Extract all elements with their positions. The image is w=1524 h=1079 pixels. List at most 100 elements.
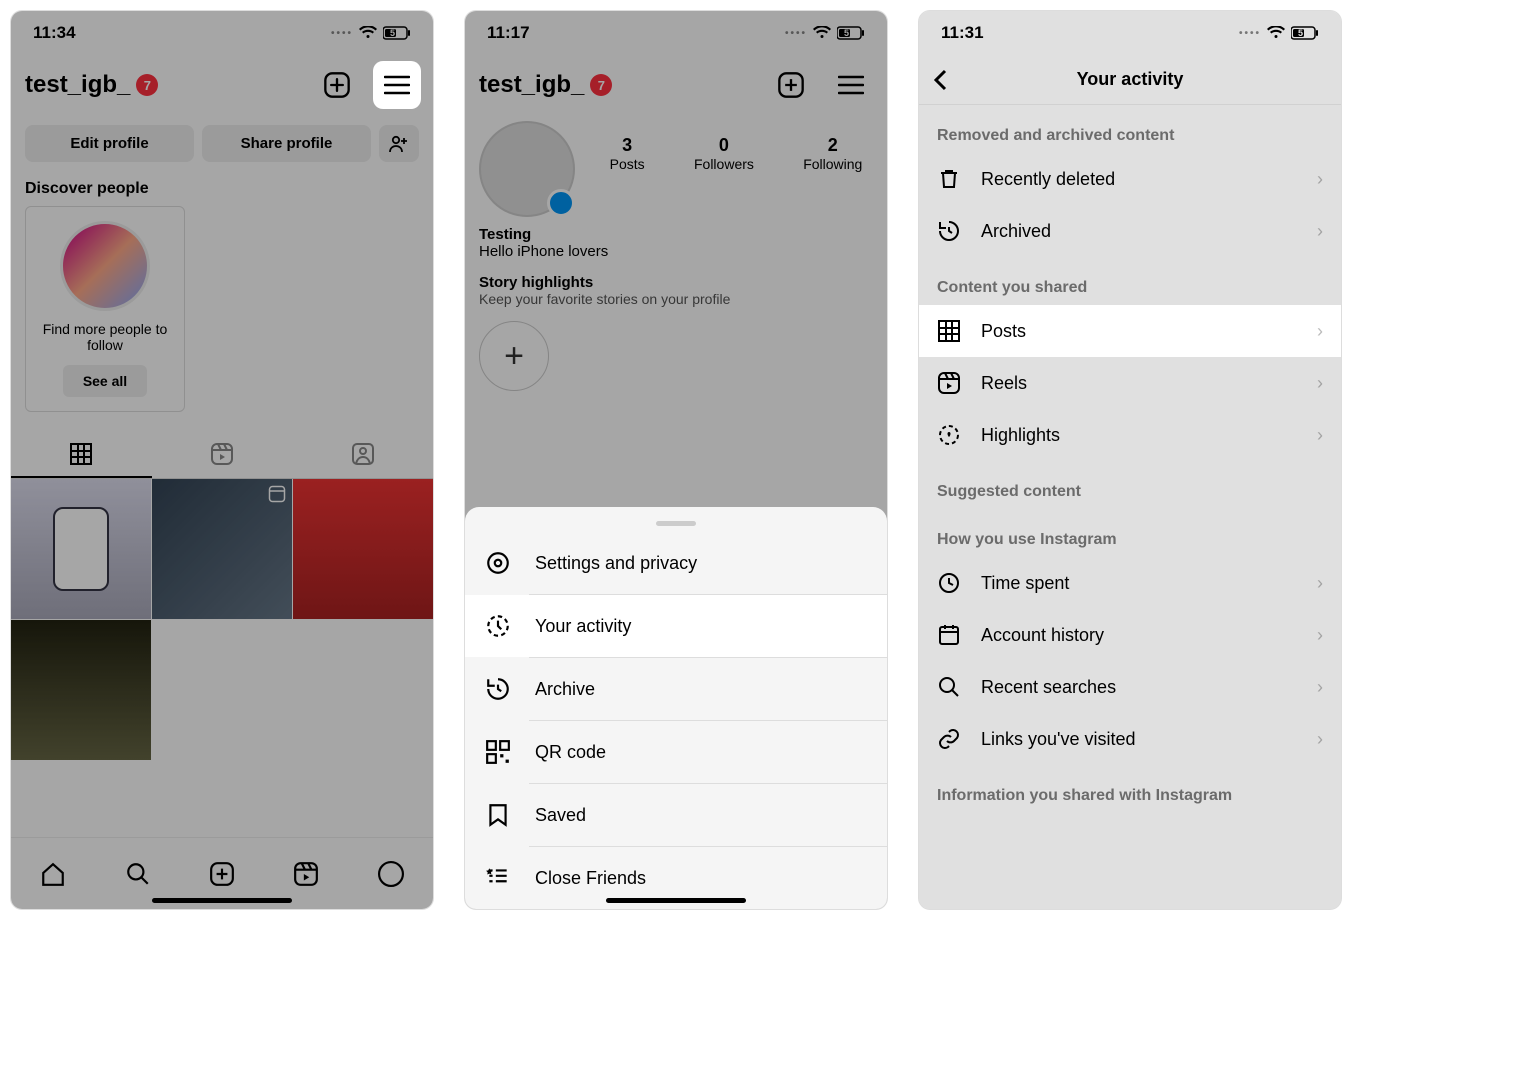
create-post-button[interactable]: [315, 63, 359, 107]
section-suggested: Suggested content: [919, 461, 1341, 509]
battery-icon: 5: [1291, 26, 1319, 40]
menu-qr-code[interactable]: QR code: [465, 721, 887, 783]
sheet-grabber[interactable]: [656, 521, 696, 526]
battery-icon: 5: [383, 26, 411, 40]
status-bar: 11:17 •••• 5: [465, 11, 887, 55]
notification-badge: 7: [136, 74, 158, 96]
menu-settings-privacy[interactable]: Settings and privacy: [465, 532, 887, 594]
reels-icon: [937, 371, 961, 395]
item-posts[interactable]: Posts ›: [919, 305, 1341, 357]
tagged-tab[interactable]: [292, 432, 433, 478]
hamburger-menu-button[interactable]: [375, 63, 419, 107]
gear-icon: [485, 550, 511, 576]
item-recently-deleted[interactable]: Recently deleted ›: [919, 153, 1341, 205]
bio-text: Hello iPhone lovers: [479, 243, 873, 260]
empty-tile: [152, 620, 292, 760]
chevron-right-icon: ›: [1317, 677, 1323, 698]
item-label: Links you've visited: [981, 729, 1136, 750]
item-highlights[interactable]: Highlights ›: [919, 409, 1341, 461]
status-bar: 11:31 •••• 5: [919, 11, 1341, 55]
section-info-shared: Information you shared with Instagram: [919, 765, 1341, 813]
item-label: Reels: [981, 373, 1027, 394]
section-removed-archived: Removed and archived content: [919, 105, 1341, 153]
post-thumbnail[interactable]: [293, 479, 433, 619]
svg-text:5: 5: [844, 28, 849, 38]
back-button[interactable]: [933, 69, 947, 91]
reels-icon[interactable]: [293, 861, 319, 887]
item-label: Recently deleted: [981, 169, 1115, 190]
discover-card-text: Find more people to follow: [40, 321, 170, 353]
battery-icon: 5: [837, 26, 865, 40]
edit-profile-button[interactable]: Edit profile: [25, 125, 194, 162]
wifi-icon: [813, 26, 831, 40]
activity-icon: [485, 613, 511, 639]
wifi-icon: [1267, 26, 1285, 40]
add-highlight-button[interactable]: +: [479, 321, 549, 391]
username-dropdown[interactable]: test_igb_ 7: [479, 71, 612, 99]
link-icon: [937, 727, 961, 751]
create-icon[interactable]: [209, 861, 235, 887]
discover-people-button[interactable]: [379, 125, 419, 162]
profile-icon[interactable]: [378, 861, 404, 887]
qr-icon: [485, 739, 511, 765]
username-text: test_igb_: [25, 71, 130, 99]
item-recent-searches[interactable]: Recent searches ›: [919, 661, 1341, 713]
item-links-visited[interactable]: Links you've visited ›: [919, 713, 1341, 765]
menu-sheet-screen: 11:17 •••• 5 test_igb_ 7 3Posts 0Followe…: [464, 10, 888, 910]
section-how-use: How you use Instagram: [919, 509, 1341, 557]
home-icon[interactable]: [40, 861, 66, 887]
followers-stat[interactable]: 0Followers: [694, 135, 754, 172]
wifi-icon: [359, 26, 377, 40]
post-thumbnail[interactable]: [152, 479, 292, 619]
username-text: test_igb_: [479, 71, 584, 99]
trash-icon: [937, 167, 961, 191]
reels-tab[interactable]: [152, 432, 293, 478]
item-reels[interactable]: Reels ›: [919, 357, 1341, 409]
search-icon[interactable]: [125, 861, 151, 887]
item-account-history[interactable]: Account history ›: [919, 609, 1341, 661]
post-thumbnail[interactable]: [11, 479, 151, 619]
suggested-avatar: [60, 221, 150, 311]
menu-your-activity[interactable]: Your activity: [465, 595, 887, 657]
item-label: Archived: [981, 221, 1051, 242]
profile-bio: Testing Hello iPhone lovers: [465, 212, 887, 274]
cellular-dots-icon: ••••: [785, 28, 807, 39]
menu-label: Settings and privacy: [535, 553, 697, 574]
status-time: 11:31: [941, 23, 984, 43]
profile-header: test_igb_ 7: [11, 55, 433, 115]
chevron-right-icon: ›: [1317, 573, 1323, 594]
menu-saved[interactable]: Saved: [465, 784, 887, 846]
your-activity-screen: 11:31 •••• 5 Your activity Removed and a…: [918, 10, 1342, 910]
notification-badge: 7: [590, 74, 612, 96]
search-icon: [937, 675, 961, 699]
add-story-badge[interactable]: [547, 189, 575, 217]
status-time: 11:17: [487, 23, 530, 43]
clock-icon: [937, 571, 961, 595]
following-stat[interactable]: 2Following: [803, 135, 862, 172]
item-time-spent[interactable]: Time spent ›: [919, 557, 1341, 609]
create-post-button[interactable]: [769, 63, 813, 107]
item-archived[interactable]: Archived ›: [919, 205, 1341, 257]
discover-card[interactable]: Find more people to follow See all: [25, 206, 185, 412]
cellular-dots-icon: ••••: [1239, 28, 1261, 39]
menu-label: QR code: [535, 742, 606, 763]
posts-grid: [11, 479, 433, 760]
hamburger-menu-button[interactable]: [829, 63, 873, 107]
page-title: Your activity: [919, 69, 1341, 90]
calendar-icon: [937, 623, 961, 647]
home-indicator: [606, 898, 746, 903]
story-highlights-header[interactable]: Story highlights Keep your favorite stor…: [465, 274, 887, 307]
discover-people-title: Discover people: [11, 162, 433, 206]
menu-archive[interactable]: Archive: [465, 658, 887, 720]
see-all-button[interactable]: See all: [63, 365, 147, 397]
section-content-shared: Content you shared: [919, 257, 1341, 305]
share-profile-button[interactable]: Share profile: [202, 125, 371, 162]
menu-label: Close Friends: [535, 868, 646, 889]
grid-tab[interactable]: [11, 432, 152, 478]
grid-icon: [937, 319, 961, 343]
posts-stat[interactable]: 3Posts: [610, 135, 645, 172]
menu-bottom-sheet: Settings and privacy Your activity Archi…: [465, 507, 887, 909]
close-friends-icon: [485, 865, 511, 891]
username-dropdown[interactable]: test_igb_ 7: [25, 71, 158, 99]
post-thumbnail[interactable]: [11, 620, 151, 760]
